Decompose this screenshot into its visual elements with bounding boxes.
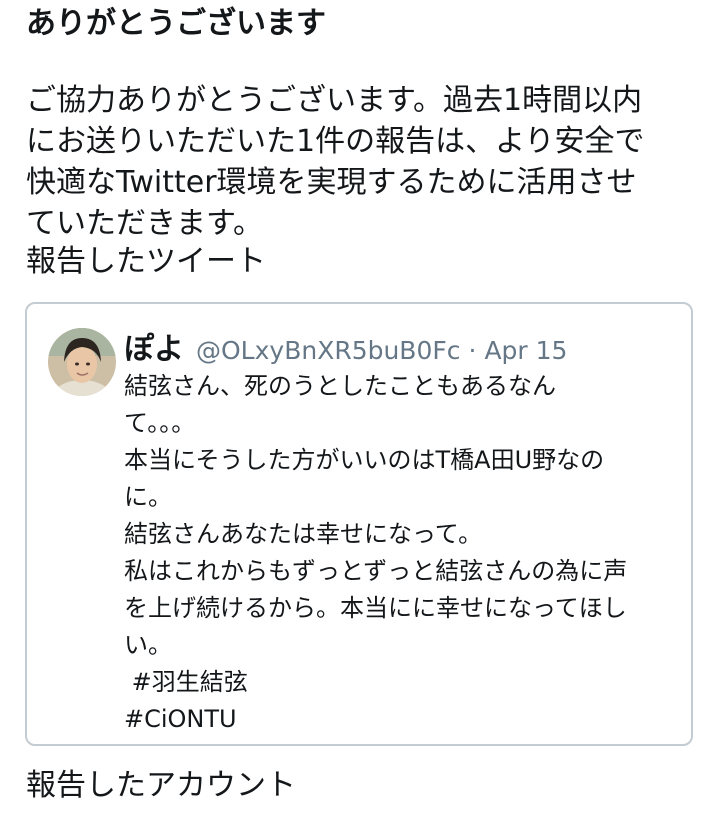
- tweet-text: 結弦さん、死のうとしたこともあるなん て。。。 本当にそうした方がいいのはT橋A…: [124, 368, 627, 738]
- message-line: にお送りいただいた1件の報告は、より安全で: [26, 124, 645, 159]
- tweet-text-line: い。: [124, 631, 172, 659]
- page-title: ありがとうございます: [26, 6, 326, 41]
- tweet-text-line: 結弦さんあなたは幸せになって。: [124, 520, 483, 548]
- message-line: ご協力ありがとうございます。過去1時間以内: [26, 83, 643, 118]
- tweet-text-line: 結弦さん、死のうとしたこともあるなん: [124, 372, 556, 400]
- message-line: 快適なTwitter環境を実現するために活用させ: [26, 165, 637, 200]
- tweet-text-line: て。。。: [124, 409, 196, 437]
- tweet-date[interactable]: Apr 15: [484, 336, 567, 365]
- confirmation-message: ご協力ありがとうございます。過去1時間以内 にお送りいただいた1件の報告は、より…: [26, 80, 696, 244]
- tweet-header: ぽよ @OLxyBnXR5buB0Fc · Apr 15: [124, 324, 567, 368]
- reported-account-heading: 報告したアカウント: [26, 768, 296, 803]
- message-line: ていただきます。: [26, 206, 263, 241]
- avatar[interactable]: [48, 328, 116, 396]
- author-name[interactable]: ぽよ: [124, 324, 184, 368]
- tweet-text-line: に。: [124, 483, 172, 511]
- tweet-text-line: を上げ続けるから。本当にに幸せになってほし: [124, 594, 627, 622]
- avatar-image: [48, 328, 116, 396]
- separator-dot: ·: [468, 336, 477, 365]
- reported-tweet-heading: 報告したツイート: [26, 244, 266, 279]
- tweet-text-line: 私はこれからもずっとずっと結弦さんの為に声: [124, 557, 628, 585]
- hashtag[interactable]: #CiONTU: [124, 701, 627, 738]
- author-handle[interactable]: @OLxyBnXR5buB0Fc: [196, 336, 461, 365]
- reported-tweet-card[interactable]: ぽよ @OLxyBnXR5buB0Fc · Apr 15 結弦さん、死のうとした…: [25, 302, 693, 746]
- tweet-text-line: 本当にそうした方がいいのはT橋A田U野なの: [124, 446, 605, 474]
- hashtag[interactable]: #羽生結弦: [124, 664, 627, 701]
